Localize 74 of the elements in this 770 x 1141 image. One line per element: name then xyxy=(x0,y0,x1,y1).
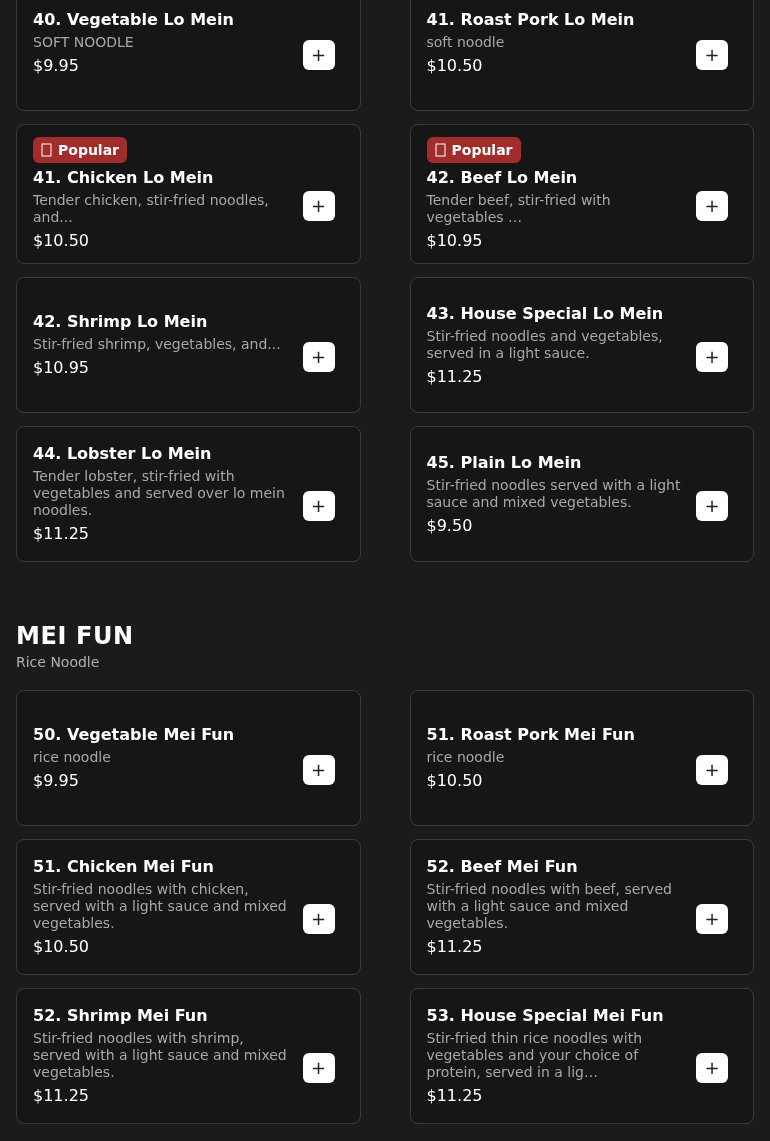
menu-item-card[interactable]: 51. Chicken Mei Fun Stir-fried noodles with chicken, served with a light sauce and mixed vegetables. $10.50 + xyxy=(16,839,361,975)
menu-item-card[interactable]: 50. Vegetable Mei Fun rice noodle $9.95 + xyxy=(16,690,361,826)
menu-item-card[interactable]: 42. Shrimp Lo Mein Stir-fried shrimp, vegetables, and... $10.95 + xyxy=(16,277,361,413)
item-title: 42. Shrimp Lo Mein xyxy=(33,312,209,331)
badge-label: Popular xyxy=(451,141,513,160)
item-description: Stir-fried noodles and vegetables, served in a light sauce. xyxy=(426,327,664,362)
item-title: 41. Roast Pork Lo Mein xyxy=(426,10,636,29)
item-description: SOFT NOODLE xyxy=(33,34,135,51)
item-price: $11.25 xyxy=(426,937,484,957)
item-description: rice noodle xyxy=(426,749,506,766)
add-button[interactable]: + xyxy=(696,342,728,372)
item-title: 45. Plain Lo Mein xyxy=(426,452,583,472)
item-price: $9.95 xyxy=(33,771,80,791)
item-price: $9.50 xyxy=(426,515,474,536)
add-button[interactable]: + xyxy=(302,1053,335,1083)
add-button[interactable]: + xyxy=(302,755,335,785)
item-description: Stir-fried noodles with beef, served with a light sauce and mixed vegetables. xyxy=(426,881,673,932)
item-title: 41. Chicken Lo Mein xyxy=(33,168,215,187)
item-price: $11.25 xyxy=(426,1086,484,1106)
item-price: $11.25 xyxy=(426,366,484,387)
item-description: rice noodle xyxy=(33,749,112,766)
item-title: 40. Vegetable Lo Mein xyxy=(33,10,235,29)
menu-item-card[interactable]: 52. Beef Mei Fun Stir-fried noodles with beef, served with a light sauce and mixed vegetables. $11.25 + xyxy=(409,839,754,975)
menu-item-card[interactable]: 41. Roast Pork Lo Mein soft noodle $10.50 + xyxy=(409,0,754,111)
item-price: $10.50 xyxy=(426,56,484,76)
badge-label: Popular xyxy=(58,141,120,160)
menu-item-card[interactable]: 43. House Special Lo Mein Stir-fried noodles and vegetables, served in a light sauce. $11.25 + xyxy=(409,277,754,413)
item-price: $10.95 xyxy=(426,231,484,251)
item-title: 44. Lobster Lo Mein xyxy=(33,444,213,463)
add-button[interactable]: + xyxy=(696,1053,728,1083)
item-title: 51. Chicken Mei Fun xyxy=(33,857,215,876)
menu-item-card[interactable]: 40. Vegetable Lo Mein SOFT NOODLE $9.95 + xyxy=(16,0,361,111)
section-title: MEI FUN xyxy=(16,622,135,650)
menu-item-card[interactable]: 45. Plain Lo Mein Stir-fried noodles served with a light sauce and mixed vegetables. $9.50 + xyxy=(409,426,754,562)
item-description: Stir-fried shrimp, vegetables, and... xyxy=(33,336,282,353)
menu-item-card[interactable]: Popular 42. Beef Lo Mein Tender beef, stir-fried with vegetables … $10.95 + xyxy=(409,124,754,264)
item-description: Stir-fried thin rice noodles with vegetables and your choice of protein, served in a lig… xyxy=(426,1030,644,1081)
item-price: $10.50 xyxy=(33,231,90,251)
item-price: $10.50 xyxy=(426,771,484,791)
add-button[interactable]: + xyxy=(696,755,728,785)
item-description: Tender chicken, stir-fried noodles, and... xyxy=(33,192,270,226)
add-button[interactable]: + xyxy=(696,904,728,934)
add-button[interactable]: + xyxy=(302,191,335,221)
item-title: 50. Vegetable Mei Fun xyxy=(33,725,236,744)
menu-item-card[interactable]: 51. Roast Pork Mei Fun rice noodle $10.50 + xyxy=(409,690,754,826)
menu-item-card[interactable]: 52. Shrimp Mei Fun Stir-fried noodles with shrimp, served with a light sauce and mixed vegetables. $11.25 + xyxy=(16,988,361,1124)
menu-item-card[interactable]: 44. Lobster Lo Mein Tender lobster, stir-fried with vegetables and served over lo mein noodles. $11.25 + xyxy=(16,426,361,562)
item-title: 52. Shrimp Mei Fun xyxy=(33,1006,209,1025)
item-description: soft noodle xyxy=(426,34,506,51)
add-button[interactable]: + xyxy=(696,40,728,70)
add-button[interactable]: + xyxy=(302,491,335,521)
item-description: Stir-fried noodles with chicken, served with a light sauce and mixed vegetables. xyxy=(33,881,288,932)
section-subtitle: Rice Noodle xyxy=(16,653,101,672)
menu-item-card[interactable]: 53. House Special Mei Fun Stir-fried thin rice noodles with vegetables and your choice of protein, served in a lig… $11.25 + xyxy=(409,988,754,1124)
item-price: $10.50 xyxy=(33,937,90,957)
add-button[interactable]: + xyxy=(696,191,728,221)
add-button[interactable]: + xyxy=(302,904,335,934)
item-price: $10.95 xyxy=(33,358,90,378)
item-title: 51. Roast Pork Mei Fun xyxy=(426,725,636,744)
item-title: 42. Beef Lo Mein xyxy=(426,168,579,187)
item-price: $11.25 xyxy=(33,524,90,544)
add-button[interactable]: + xyxy=(302,40,335,70)
item-price: $11.25 xyxy=(33,1086,90,1106)
item-description: Tender lobster, stir-fried with vegetables and served over lo mein noodles. xyxy=(33,468,286,519)
add-button[interactable]: + xyxy=(696,491,728,521)
item-title: 52. Beef Mei Fun xyxy=(426,857,579,876)
item-price: $9.95 xyxy=(33,56,80,76)
menu-item-card[interactable]: Popular 41. Chicken Lo Mein Tender chicken, stir-fried noodles, and... $10.50 + xyxy=(16,124,361,264)
item-description: Stir-fried noodles with shrimp, served with a light sauce and mixed vegetables. xyxy=(33,1030,288,1081)
item-title: 43. House Special Lo Mein xyxy=(426,303,665,323)
add-button[interactable]: + xyxy=(302,342,335,372)
item-description: Stir-fried noodles served with a light sauce and mixed vegetables. xyxy=(426,476,682,511)
item-title: 53. House Special Mei Fun xyxy=(426,1006,665,1025)
item-description: Tender beef, stir-fried with vegetables … xyxy=(426,192,612,226)
